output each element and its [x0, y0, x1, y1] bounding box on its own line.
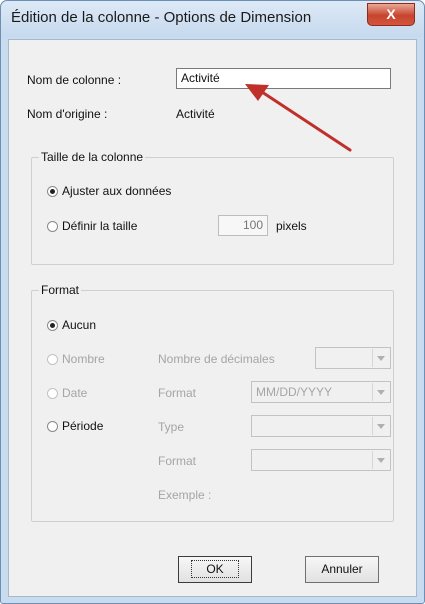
date-format-label: Format — [158, 386, 197, 400]
format-group: Format Aucun Nombre Nombre de décimales … — [31, 283, 394, 522]
chevron-down-icon — [372, 417, 389, 435]
cancel-button-label: Annuler — [321, 562, 363, 576]
chevron-down-icon — [372, 383, 389, 401]
close-icon: X — [386, 6, 396, 22]
window-title: Édition de la colonne - Options de Dimen… — [11, 9, 312, 26]
date-format-select[interactable]: MM/DD/YYYY — [251, 381, 391, 403]
format-date-radio[interactable] — [47, 388, 58, 399]
format-group-title: Format — [39, 283, 82, 297]
origin-name-label: Nom d'origine : — [27, 107, 108, 121]
size-unit-label: pixels — [276, 219, 307, 233]
format-none-radio[interactable] — [47, 320, 58, 331]
fit-data-radio[interactable] — [47, 186, 58, 197]
decimals-label: Nombre de décimales — [158, 352, 275, 366]
type-select[interactable] — [251, 415, 391, 437]
column-name-input[interactable]: Activité — [176, 68, 391, 89]
format-number-label: Nombre — [62, 352, 105, 366]
fit-data-label: Ajuster aux données — [62, 184, 172, 198]
column-name-label: Nom de colonne : — [27, 73, 122, 87]
example-label: Exemple : — [158, 488, 212, 502]
set-size-radio[interactable] — [47, 221, 58, 232]
title-bar[interactable]: Édition de la colonne - Options de Dimen… — [1, 1, 424, 37]
origin-name-value: Activité — [176, 107, 215, 121]
format-period-label: Période — [62, 419, 104, 433]
size-input[interactable]: 100 — [218, 215, 268, 236]
ok-button[interactable]: OK — [178, 556, 252, 583]
column-name-value: Activité — [181, 71, 220, 85]
column-size-group: Taille de la colonne Ajuster aux données… — [31, 150, 394, 265]
format-none-label: Aucun — [62, 318, 97, 332]
date-format-value: MM/DD/YYYY — [256, 385, 333, 399]
type-label: Type — [158, 420, 185, 434]
dialog-window: Édition de la colonne - Options de Dimen… — [0, 0, 425, 604]
format-period-radio[interactable] — [47, 421, 58, 432]
period-format-select[interactable] — [251, 449, 391, 471]
cancel-button[interactable]: Annuler — [305, 556, 379, 583]
format-date-label: Date — [62, 386, 88, 400]
chevron-down-icon — [372, 451, 389, 469]
size-value: 100 — [242, 218, 263, 232]
chevron-down-icon — [372, 349, 389, 367]
set-size-label: Définir la taille — [62, 219, 138, 233]
close-button[interactable]: X — [367, 3, 415, 26]
decimals-select[interactable] — [315, 347, 391, 369]
dialog-body: Nom de colonne : Activité Nom d'origine … — [8, 39, 417, 597]
period-format-label: Format — [158, 454, 197, 468]
column-size-group-title: Taille de la colonne — [39, 150, 146, 164]
format-number-radio[interactable] — [47, 354, 58, 365]
ok-button-label: OK — [191, 560, 239, 578]
